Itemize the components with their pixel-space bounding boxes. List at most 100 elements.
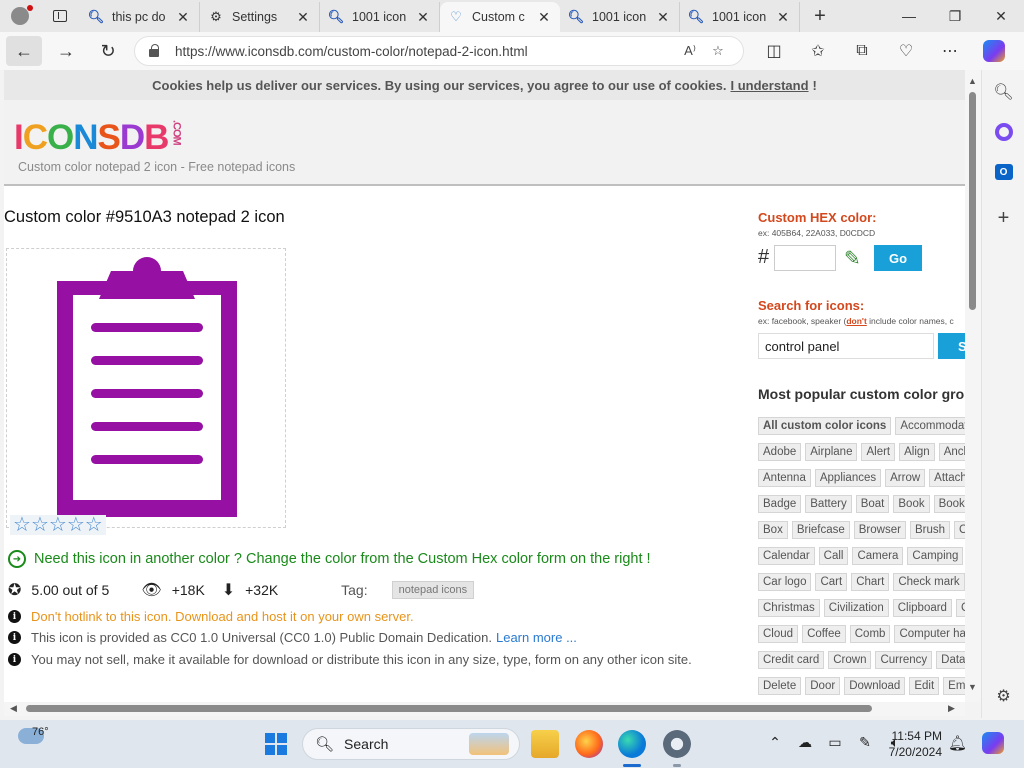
vertical-scroll-thumb[interactable] bbox=[969, 92, 976, 310]
chevron-up-icon[interactable]: ⌃ bbox=[764, 734, 786, 751]
url-field[interactable]: https://www.iconsdb.com/custom-color/not… bbox=[134, 36, 744, 66]
category-tag[interactable]: Antenna bbox=[758, 469, 811, 487]
collections-icon[interactable]: ⧉ bbox=[840, 36, 884, 66]
read-aloud-icon[interactable]: A⁾ bbox=[679, 43, 701, 59]
close-tab-button[interactable]: ✕ bbox=[175, 9, 191, 26]
category-tag[interactable]: Cart bbox=[815, 573, 848, 591]
scroll-down-arrow[interactable]: ▼ bbox=[968, 682, 977, 692]
icon-search-input[interactable]: control panel bbox=[758, 333, 934, 359]
category-tag[interactable]: Browser bbox=[853, 521, 906, 539]
star-icon[interactable]: ☆ bbox=[13, 515, 31, 535]
taskbar-search[interactable]: 🔍︎ Search bbox=[302, 728, 520, 760]
star-icon[interactable]: ☆ bbox=[67, 515, 85, 535]
network-off-icon[interactable]: ☁ bbox=[794, 734, 816, 751]
category-tag[interactable]: Adobe bbox=[758, 443, 802, 461]
scroll-left-arrow[interactable]: ◀ bbox=[10, 703, 17, 714]
sidebar-settings-icon[interactable]: ⚙ bbox=[982, 676, 1024, 716]
category-tag[interactable]: Car logo bbox=[758, 573, 812, 591]
close-tab-button[interactable]: ✕ bbox=[536, 9, 552, 26]
tab-search-this-pc[interactable]: 🔍︎ this pc do ✕ bbox=[80, 2, 200, 32]
star-icon[interactable]: ☆ bbox=[49, 515, 67, 535]
category-tag[interactable]: Brush bbox=[909, 521, 950, 539]
vertical-scrollbar[interactable]: ▲ ▼ bbox=[965, 70, 981, 702]
new-tab-button[interactable]: + bbox=[800, 0, 840, 32]
horizontal-scrollbar[interactable]: ◀ ▶ bbox=[4, 702, 965, 716]
rating-stars[interactable]: ☆ ☆ ☆ ☆ ☆ bbox=[10, 515, 106, 535]
category-tag[interactable]: Camping bbox=[907, 547, 964, 565]
refresh-button[interactable]: ↻ bbox=[90, 36, 126, 66]
category-tag[interactable]: Battery bbox=[805, 495, 852, 513]
close-window-button[interactable]: ✕ bbox=[978, 0, 1024, 32]
category-tag[interactable]: Chart bbox=[851, 573, 890, 591]
browser-essentials-icon[interactable]: ♡ bbox=[884, 36, 928, 66]
copilot-taskbar-icon[interactable] bbox=[982, 732, 1004, 754]
category-tag[interactable]: Download bbox=[844, 677, 906, 695]
star-icon[interactable]: ☆ bbox=[31, 515, 49, 535]
icon-preview[interactable] bbox=[6, 248, 286, 528]
scroll-right-arrow[interactable]: ▶ bbox=[948, 703, 955, 714]
tab-1001-icons-b[interactable]: 🔍︎ 1001 icon ✕ bbox=[560, 2, 680, 32]
category-tag[interactable]: Boat bbox=[855, 495, 890, 513]
category-tag[interactable]: Badge bbox=[758, 495, 802, 513]
category-tag[interactable]: Credit card bbox=[758, 651, 825, 669]
back-button[interactable]: ← bbox=[6, 36, 42, 66]
scroll-up-arrow[interactable]: ▲ bbox=[968, 76, 977, 86]
category-tag[interactable]: Call bbox=[818, 547, 849, 565]
sidebar-outlook-button[interactable]: O bbox=[982, 152, 1024, 192]
tab-custom-color-active[interactable]: ♡ Custom c ✕ bbox=[440, 2, 560, 32]
category-tag[interactable]: Comb bbox=[849, 625, 891, 643]
favorites-icon[interactable]: ✩ bbox=[796, 36, 840, 66]
category-tag[interactable]: Calc bbox=[954, 521, 965, 539]
category-tag[interactable]: Book bbox=[893, 495, 930, 513]
category-tag[interactable]: Clipboard bbox=[892, 599, 952, 617]
restore-button[interactable]: ❐ bbox=[932, 0, 978, 32]
category-tag[interactable]: Briefcase bbox=[791, 521, 850, 539]
category-tag[interactable]: Accommodati bbox=[895, 417, 965, 435]
category-tag[interactable]: Delete bbox=[758, 677, 802, 695]
sidebar-search-icon[interactable]: 🔍︎ bbox=[982, 72, 1024, 112]
close-tab-button[interactable]: ✕ bbox=[775, 9, 791, 26]
weather-widget[interactable]: 76° bbox=[18, 726, 49, 744]
category-tag[interactable]: All custom color icons bbox=[758, 417, 892, 435]
cookie-accept-link[interactable]: I understand bbox=[731, 78, 809, 93]
category-tag[interactable]: Edit bbox=[909, 677, 940, 695]
category-tag[interactable]: Airplane bbox=[805, 443, 858, 461]
close-tab-button[interactable]: ✕ bbox=[295, 9, 311, 26]
notification-bell-icon[interactable]: 🔔︎ bbox=[948, 734, 967, 752]
category-tag[interactable]: Align bbox=[899, 443, 935, 461]
category-tag[interactable]: Civilization bbox=[823, 599, 889, 617]
category-tag[interactable]: Computer hard bbox=[894, 625, 965, 643]
star-icon[interactable]: ☆ bbox=[85, 515, 103, 535]
category-tag[interactable]: Door bbox=[805, 677, 841, 695]
go-button[interactable]: Go bbox=[874, 245, 922, 271]
forward-button[interactable]: → bbox=[48, 36, 84, 66]
category-tag[interactable]: Ancho bbox=[938, 443, 965, 461]
learn-more-link[interactable]: Learn more ... bbox=[496, 630, 577, 645]
profile-button[interactable] bbox=[0, 0, 40, 32]
color-picker-icon[interactable]: ✎ bbox=[844, 246, 866, 270]
tab-actions-button[interactable] bbox=[40, 0, 80, 32]
category-tag[interactable]: Attach bbox=[929, 469, 965, 487]
category-tag[interactable]: Coffee bbox=[802, 625, 846, 643]
tag-link[interactable]: notepad icons bbox=[391, 581, 475, 599]
sidebar-copilot-button[interactable] bbox=[982, 112, 1024, 152]
favorite-star-icon[interactable]: ☆ bbox=[707, 43, 729, 59]
category-tag[interactable]: Alert bbox=[861, 443, 896, 461]
search-button[interactable]: S bbox=[938, 333, 965, 359]
horizontal-scroll-thumb[interactable] bbox=[26, 705, 872, 712]
split-screen-icon[interactable]: ◫ bbox=[752, 36, 796, 66]
category-tag[interactable]: Arrow bbox=[885, 469, 926, 487]
tab-1001-icons-c[interactable]: 🔍︎ 1001 icon ✕ bbox=[680, 2, 800, 32]
more-menu-icon[interactable]: ⋯ bbox=[928, 36, 972, 66]
category-tag[interactable]: Databa bbox=[936, 651, 965, 669]
pen-icon[interactable]: ✎ bbox=[854, 734, 876, 751]
tab-1001-icons-a[interactable]: 🔍︎ 1001 icon ✕ bbox=[320, 2, 440, 32]
category-tag[interactable]: Bookma bbox=[933, 495, 965, 513]
file-explorer-icon[interactable] bbox=[531, 730, 559, 758]
category-tag[interactable]: Box bbox=[758, 521, 788, 539]
category-tag[interactable]: Calendar bbox=[758, 547, 815, 565]
hex-color-input[interactable] bbox=[774, 245, 836, 271]
clock[interactable]: 11:54 PM 7/20/2024 bbox=[884, 728, 942, 760]
settings-app-icon[interactable] bbox=[663, 730, 691, 758]
minimize-button[interactable]: — bbox=[886, 0, 932, 32]
